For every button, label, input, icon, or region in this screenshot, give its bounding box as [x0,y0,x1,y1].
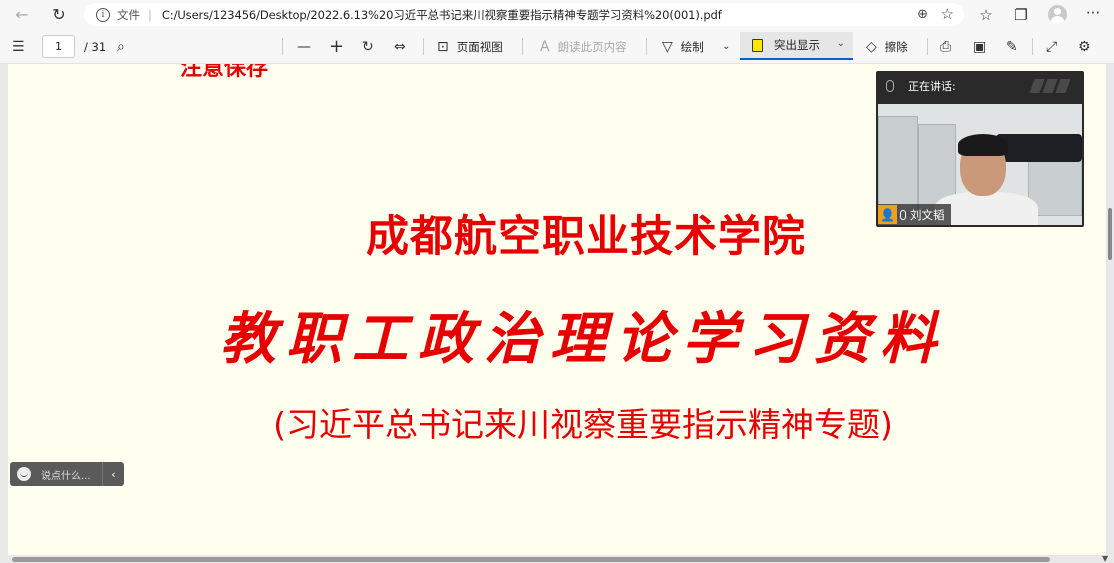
read-aloud-icon: A [540,38,550,55]
highlighter-icon [752,38,763,52]
vertical-scrollbar-track[interactable] [1106,64,1114,563]
refresh-icon: ↻ [52,4,66,24]
gear-icon: ⚙ [1078,38,1091,55]
page-view-icon: ⊡ [437,38,449,55]
vertical-scrollbar-thumb[interactable] [1108,208,1112,260]
url-text[interactable]: C:/Users/123456/Desktop/2022.6.13%20习近平总… [162,7,722,23]
collapse-button[interactable]: ‹ [102,462,124,486]
microphone-icon [886,80,894,92]
document-subtitle: (习近平总书记来川视察重要指示精神专题) [273,405,893,444]
toolbar-divider [522,38,523,55]
erase-button[interactable]: ◇ 擦除 [866,29,908,64]
plus-icon: + [329,36,345,57]
comment-widget[interactable]: 说点什么... ‹ [10,462,124,486]
settings-button[interactable]: ⚙ [1078,29,1099,64]
speaker-name: 刘文韬 [910,207,945,222]
refresh-button[interactable]: ↻ [45,2,73,26]
document-main-title: 教职工政治理论学习资料 [220,306,946,372]
save-as-button[interactable]: ✎ [1006,29,1026,64]
comment-input-placeholder[interactable]: 说点什么... [41,467,91,482]
draw-button[interactable]: ▽ 绘制 [662,29,704,64]
save-button[interactable]: ▣ [973,29,994,64]
viewer-left-margin [0,64,8,563]
toolbar-divider [1032,38,1033,55]
collections-icon[interactable]: ❐ [1010,4,1032,26]
page-view-button[interactable]: ⊡ 页面视图 [437,29,503,64]
info-icon[interactable]: i [96,7,110,22]
draw-label: 绘制 [680,39,704,54]
url-scheme: 文件 [117,7,140,22]
highlight-label: 突出显示 [774,38,820,52]
favorites-star-icon: ☆ [979,6,993,24]
search-button[interactable]: ⌕ [117,29,133,64]
search-icon: ⌕ [117,38,125,55]
rotate-button[interactable]: ↻ [362,29,382,64]
add-favorite-icon[interactable]: ☆ [941,5,954,23]
read-aloud-label: 朗读此页内容 [557,39,627,54]
save-as-icon: ✎ [1006,38,1018,55]
video-call-window[interactable]: 正在讲话: 👤 刘文韬 [876,71,1084,227]
toolbar-divider [927,38,928,55]
url-separator: | [148,7,152,22]
speaker-name-tag: 👤 刘文韬 [878,204,951,225]
zoom-out-button[interactable]: — [297,29,319,64]
favorites-icon[interactable]: ☆ [975,4,997,26]
read-aloud-button[interactable]: A 朗读此页内容 [540,29,627,64]
eraser-icon: ◇ [866,38,877,55]
page-total: / 31 [84,39,107,54]
microphone-icon [900,209,906,220]
back-button[interactable]: ← [8,2,36,26]
expand-icon: ⤢ [1046,38,1058,55]
fit-width-icon: ⇔ [394,38,406,55]
scroll-down-arrow-icon[interactable]: ▼ [1102,554,1108,563]
user-icon: 👤 [878,205,897,224]
url-field[interactable]: i 文件 | C:/Users/123456/Desktop/2022.6.13… [84,3,964,26]
page-number-input[interactable]: 1 [42,35,75,58]
page-view-label: 页面视图 [456,39,503,54]
emoji-icon[interactable] [17,467,31,481]
speaking-status: 正在讲话: [908,80,956,93]
fit-page-button[interactable]: ⇔ [394,29,414,64]
horizontal-scrollbar-thumb[interactable] [12,557,1050,562]
more-icon[interactable]: ··· [1082,2,1104,24]
save-icon: ▣ [973,38,987,55]
pdf-toolbar: ☰ 1 / 31 ⌕ — + ↻ ⇔ ⊡ 页面视图 A 朗读此页内容 ▽ 绘制 ⌄ 突… [0,29,1114,64]
draw-options-chevron[interactable]: ⌄ [722,29,738,64]
toolbar-divider [646,38,647,55]
erase-label: 擦除 [884,39,908,54]
toolbar-divider [423,38,424,55]
highlight-button[interactable]: 突出显示 ⌄ [740,32,853,60]
fullscreen-button[interactable]: ⤢ [1046,29,1065,64]
browser-address-bar: ← ↻ i 文件 | C:/Users/123456/Desktop/2022.… [0,0,1114,29]
chevron-down-icon[interactable]: ⌄ [837,38,845,49]
contents-icon: ☰ [12,38,25,55]
zoom-icon[interactable]: ⊕ [917,7,928,22]
toolbar-divider [282,38,283,55]
collections-glyph-icon: ❐ [1014,6,1028,24]
more-dots-icon: ··· [1085,4,1101,22]
rotate-icon: ↻ [362,38,374,55]
profile-avatar[interactable] [1048,5,1067,24]
contents-button[interactable]: ☰ [12,29,33,64]
page-header-cut-text: 注意保存 [180,64,269,81]
chevron-down-icon: ⌄ [722,41,731,52]
app-logo [1029,78,1072,94]
institution-title: 成都航空职业技术学院 [366,212,806,262]
minus-icon: — [297,38,311,55]
print-icon: ⎙ [940,38,952,55]
back-arrow-icon: ← [15,4,29,24]
zoom-in-button[interactable]: + [329,29,352,64]
draw-pen-icon: ▽ [662,38,673,55]
print-button[interactable]: ⎙ [940,29,959,64]
